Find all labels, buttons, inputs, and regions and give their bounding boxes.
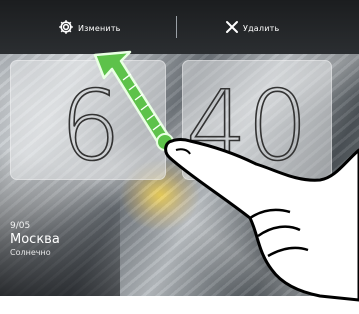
- swipe-up-arrow-icon: [93, 50, 174, 151]
- gesture-overlay: [93, 50, 359, 302]
- hand-gesture-icon: [164, 138, 359, 302]
